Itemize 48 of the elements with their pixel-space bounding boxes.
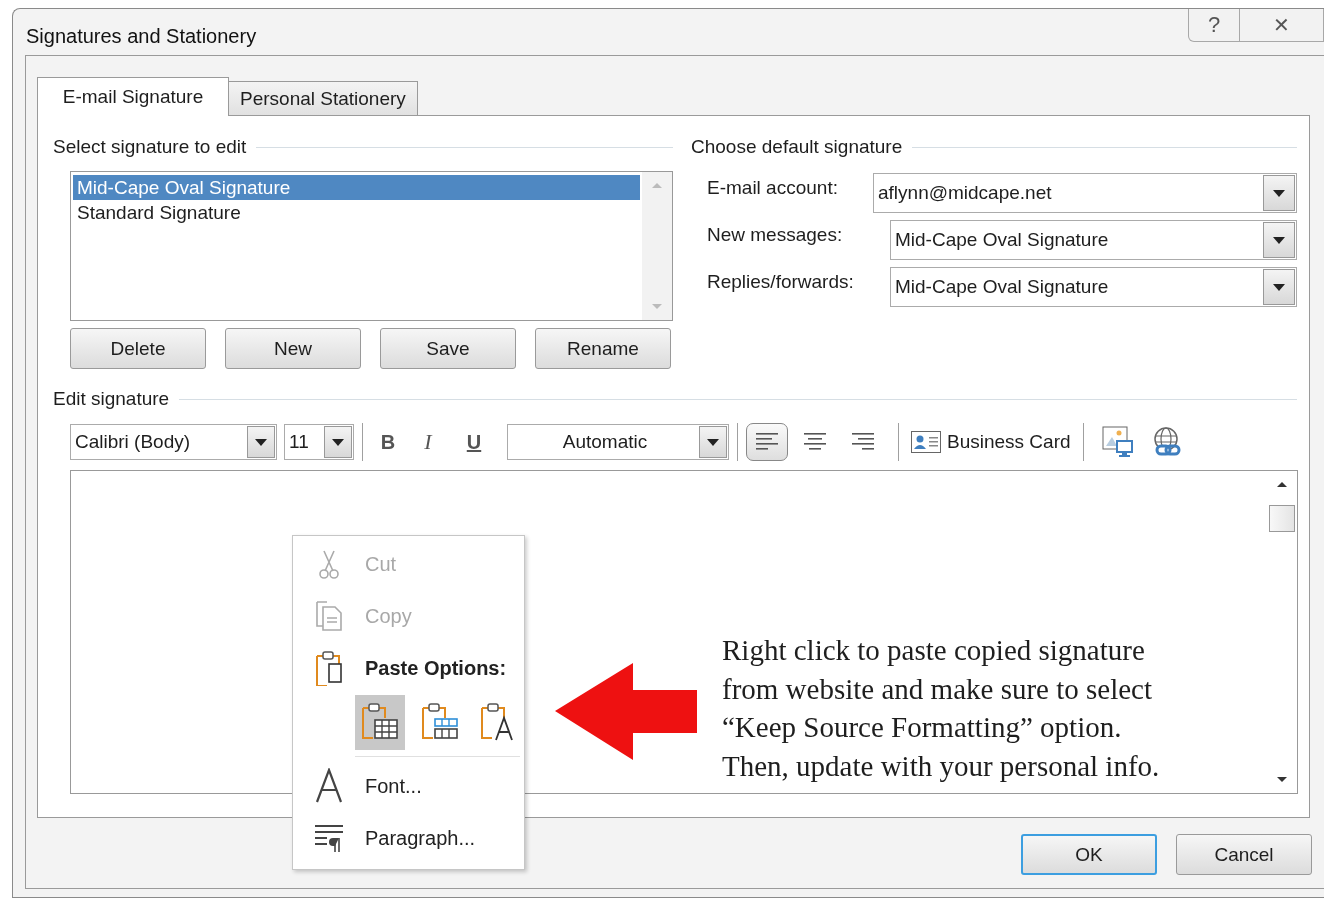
- letter-a-icon: [315, 768, 343, 804]
- business-card-button[interactable]: Business Card: [907, 431, 1075, 453]
- menu-item[interactable]: Font...: [293, 760, 524, 812]
- signature-button[interactable]: New: [225, 328, 361, 369]
- group-label: Select signature to edit: [53, 136, 247, 158]
- list-item[interactable]: Mid-Cape Oval Signature: [73, 175, 640, 200]
- window-title: Signatures and Stationery: [26, 25, 257, 48]
- bold-button[interactable]: B: [371, 424, 405, 460]
- font-dropdown[interactable]: Calibri (Body): [70, 424, 277, 460]
- close-button[interactable]: ✕: [1240, 9, 1324, 42]
- list-item[interactable]: Standard Signature: [73, 200, 640, 225]
- scroll-thumb[interactable]: [1268, 505, 1295, 532]
- tab[interactable]: Personal Stationery: [228, 81, 418, 115]
- paste-table-icon: [420, 702, 459, 742]
- size-dropdown[interactable]: 11: [284, 424, 354, 460]
- menu-item[interactable]: Paragraph...: [293, 812, 524, 864]
- field-label: Replies/forwards:: [707, 271, 854, 293]
- paste-table-icon: [360, 702, 399, 742]
- tab[interactable]: E-mail Signature: [37, 77, 229, 116]
- picture-icon[interactable]: [1101, 426, 1134, 458]
- account-dropdown[interactable]: aflynn@midcape.net: [873, 173, 1297, 213]
- align-left-icon: [756, 432, 778, 452]
- menu-heading: Paste Options:: [365, 656, 507, 680]
- color-dropdown[interactable]: Automatic: [507, 424, 729, 460]
- copy-icon: [315, 600, 343, 632]
- align-center-icon: [804, 432, 826, 452]
- scissors-icon: [317, 549, 341, 579]
- annotation-text: Right click to paste copied signature from website and make sure to select “Keep Source Formatting” option. Then, update with your personal info.: [722, 633, 1160, 785]
- clipboard-icon: [315, 650, 343, 686]
- paragraph-icon: [313, 822, 345, 854]
- help-button[interactable]: ?: [1188, 9, 1240, 42]
- signature-dropdown[interactable]: Mid-Cape Oval Signature: [890, 267, 1297, 307]
- signature-button[interactable]: Delete: [70, 328, 206, 369]
- signature-button[interactable]: Rename: [535, 328, 671, 369]
- signature-dropdown[interactable]: Mid-Cape Oval Signature: [890, 220, 1297, 260]
- align-right-icon: [852, 432, 874, 452]
- field-label: New messages:: [707, 224, 843, 246]
- contact-card-icon: [911, 431, 941, 453]
- group-label: Edit signature: [53, 388, 170, 410]
- paste-option-button[interactable]: [355, 694, 405, 750]
- dialog-button[interactable]: Cancel: [1176, 834, 1312, 875]
- underline-button[interactable]: U: [451, 424, 497, 460]
- italic-button[interactable]: I: [405, 424, 451, 460]
- signature-button[interactable]: Save: [380, 328, 516, 369]
- dialog-button[interactable]: OK: [1021, 834, 1157, 875]
- group-label: Choose default signature: [691, 136, 903, 158]
- field-label: E-mail account:: [707, 177, 838, 199]
- align-button[interactable]: [746, 423, 788, 461]
